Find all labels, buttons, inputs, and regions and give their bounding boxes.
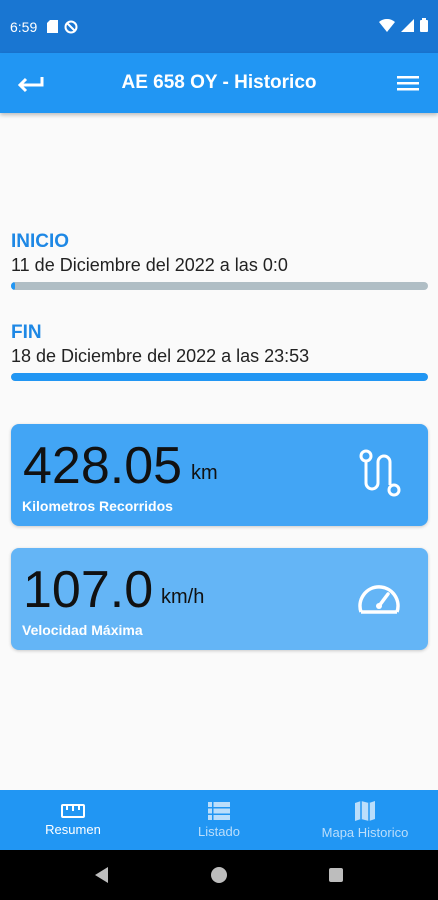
max-speed-card: 107.0 km/h Velocidad Máxima (11, 548, 428, 650)
sd-card-icon (47, 20, 59, 33)
route-icon (359, 449, 401, 497)
fin-section: FIN 18 de Diciembre del 2022 a las 23:53 (11, 322, 428, 381)
ruler-icon (61, 803, 85, 818)
inicio-label: INICIO (11, 231, 70, 252)
wifi-icon (379, 18, 395, 35)
fin-progress-fill (11, 373, 428, 381)
menu-button[interactable] (378, 53, 438, 113)
hamburger-menu-icon (397, 76, 419, 91)
inicio-progress-fill (11, 282, 16, 290)
battery-icon (420, 18, 428, 35)
bottom-navigation: Resumen Listado Mapa Historico (0, 790, 438, 850)
distance-card: 428.05 km Kilometros Recorridos (11, 424, 428, 526)
status-bar: 6:59 (0, 0, 438, 53)
max-speed-unit: km/h (161, 586, 205, 608)
fin-date: 18 de Diciembre del 2022 a las 23:53 (11, 346, 310, 366)
back-triangle-icon[interactable] (94, 866, 110, 884)
nav-resumen-label: Resumen (45, 821, 101, 837)
cell-signal-icon (401, 18, 414, 35)
app-bar: AE 658 OY - Historico (0, 53, 438, 113)
max-speed-value: 107.0 (23, 561, 154, 619)
inicio-section: INICIO 11 de Diciembre del 2022 a las 0:… (11, 231, 428, 290)
distance-caption: Kilometros Recorridos (22, 498, 173, 514)
nav-listado-label: Listado (198, 823, 240, 839)
system-navigation-bar (0, 850, 438, 900)
home-circle-icon[interactable] (210, 866, 228, 884)
inicio-date: 11 de Diciembre del 2022 a las 0:0 (11, 255, 288, 275)
list-icon (208, 801, 230, 820)
no-signal-icon (64, 20, 78, 34)
back-button[interactable] (0, 53, 60, 113)
max-speed-caption: Velocidad Máxima (22, 622, 143, 638)
nav-listado[interactable]: Listado (146, 790, 292, 850)
nav-mapa-historico-label: Mapa Historico (321, 824, 409, 840)
speedometer-icon (358, 585, 400, 614)
inicio-progress-bar (11, 282, 428, 290)
back-arrow-icon (17, 77, 44, 93)
nav-mapa-historico[interactable]: Mapa Historico (292, 790, 438, 850)
recents-square-icon[interactable] (328, 867, 344, 883)
page-title: AE 658 OY - Historico (121, 72, 317, 93)
nav-resumen[interactable]: Resumen (0, 790, 146, 850)
fin-progress-bar (11, 373, 428, 381)
map-icon (355, 800, 375, 821)
fin-label: FIN (11, 322, 42, 343)
distance-unit: km (191, 462, 218, 484)
status-time: 6:59 (10, 18, 38, 35)
distance-value: 428.05 (23, 437, 183, 495)
